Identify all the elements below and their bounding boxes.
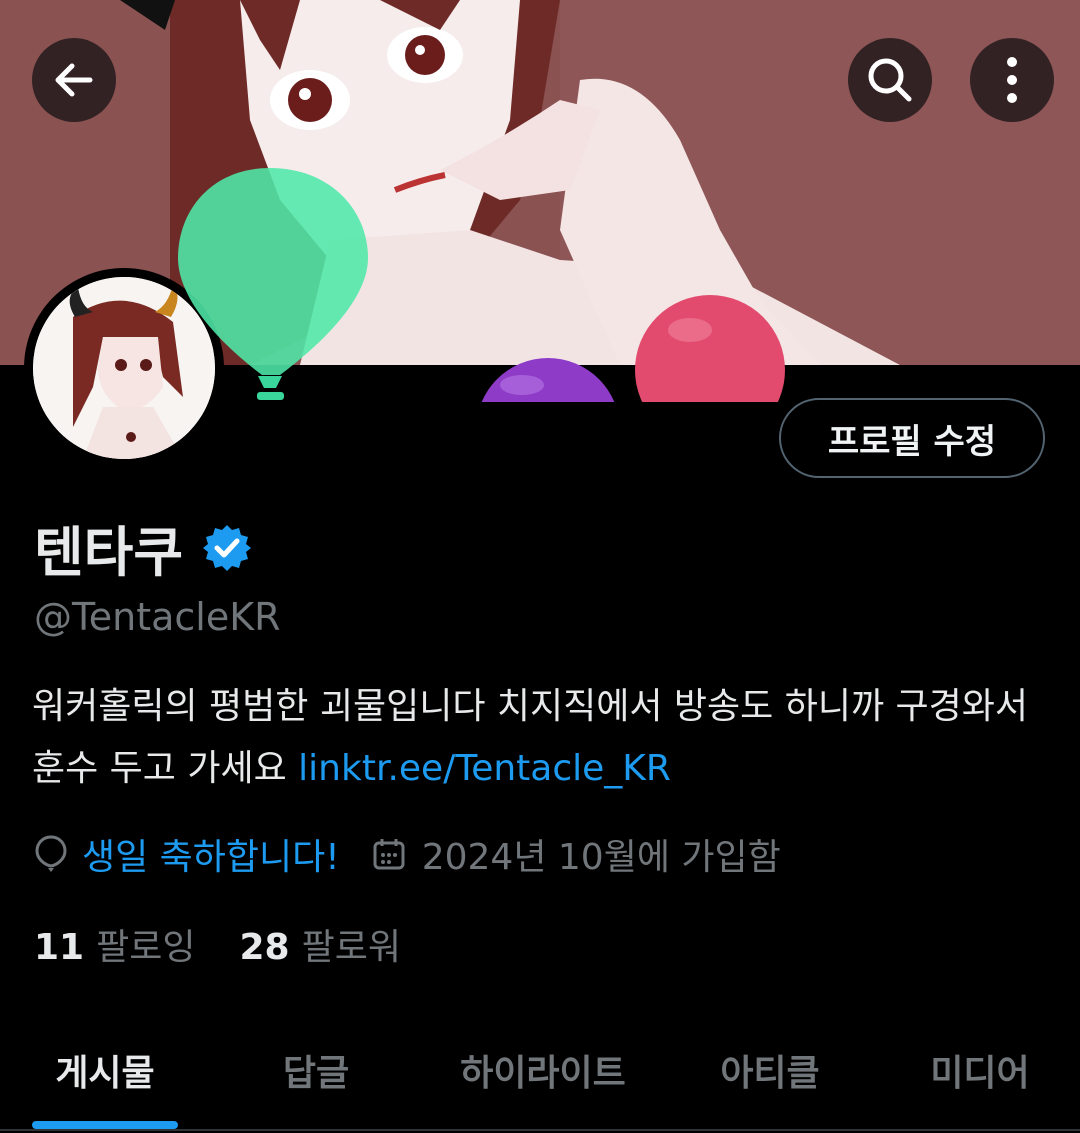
avatar-image xyxy=(33,277,215,459)
profile-tabs: 게시물 답글 하이라이트 아티클 미디어 xyxy=(0,1030,1080,1133)
balloon-icon xyxy=(35,835,67,872)
back-button[interactable] xyxy=(32,38,116,122)
display-name: 텐타쿠 xyxy=(34,521,184,584)
birthday-text[interactable]: 생일 축하합니다! xyxy=(82,828,340,880)
followers-link[interactable]: 28 팔로워 xyxy=(239,918,400,970)
tab-media[interactable]: 미디어 xyxy=(930,1044,1029,1096)
more-options-button[interactable] xyxy=(970,38,1054,122)
more-vertical-icon xyxy=(1007,57,1017,103)
search-button[interactable] xyxy=(848,38,932,122)
follow-stats: 11 팔로잉 28 팔로워 xyxy=(34,918,401,970)
user-handle: @TentacleKR xyxy=(34,595,281,639)
tab-articles[interactable]: 아티클 xyxy=(720,1044,819,1096)
profile-name-row: 텐타쿠 xyxy=(34,508,253,587)
avatar[interactable] xyxy=(24,268,224,468)
followers-label: 팔로워 xyxy=(301,927,401,968)
calendar-icon xyxy=(373,839,405,870)
following-count: 11 xyxy=(34,927,85,968)
arrow-left-icon xyxy=(55,63,93,97)
profile-meta: 생일 축하합니다! 2024년 10월에 가입함 xyxy=(34,828,781,880)
tab-posts[interactable]: 게시물 xyxy=(55,1044,154,1096)
profile-bio: 워커홀릭의 평범한 괴물입니다 치지직에서 방송도 하니까 구경와서 훈수 두고… xyxy=(32,676,1042,800)
verified-badge-icon[interactable] xyxy=(201,522,253,574)
active-tab-indicator xyxy=(32,1121,178,1129)
bio-link[interactable]: linktr.ee/Tentacle_KR xyxy=(298,748,671,789)
tab-highlights[interactable]: 하이라이트 xyxy=(460,1044,626,1096)
tab-replies[interactable]: 답글 xyxy=(283,1044,349,1096)
edit-profile-button[interactable]: 프로필 수정 xyxy=(779,398,1045,478)
joined-date: 2024년 10월에 가입함 xyxy=(421,837,781,878)
following-link[interactable]: 11 팔로잉 xyxy=(34,918,195,970)
search-icon xyxy=(868,58,912,102)
tabs-divider xyxy=(0,1129,1080,1131)
following-label: 팔로잉 xyxy=(96,927,196,968)
followers-count: 28 xyxy=(239,927,290,968)
